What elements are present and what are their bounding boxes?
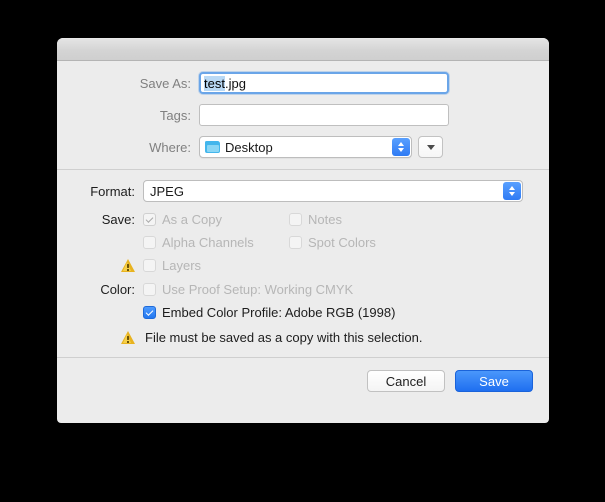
warning-triangle-icon <box>121 331 135 344</box>
save-as-selected-text: test <box>204 75 225 91</box>
dialog-titlebar <box>57 38 549 61</box>
cancel-button[interactable]: Cancel <box>367 370 445 392</box>
checkbox-box-icon <box>143 306 156 319</box>
dialog-button-bar: Cancel Save <box>57 358 549 392</box>
save-options-row-3: Layers <box>57 258 549 273</box>
checkbox-label: Layers <box>162 258 202 273</box>
checkbox-use-proof-setup[interactable]: Use Proof Setup: Working CMYK <box>143 282 353 297</box>
save-as-row: Save As: test .jpg <box>57 72 549 94</box>
checkbox-label: Embed Color Profile: Adobe RGB (1998) <box>162 305 396 320</box>
where-stepper-icon[interactable] <box>392 138 410 156</box>
checkbox-label: Spot Colors <box>308 235 376 250</box>
checkbox-spot-colors[interactable]: Spot Colors <box>289 235 376 250</box>
checkbox-label: Notes <box>308 212 342 227</box>
color-options-label: Color: <box>100 282 135 297</box>
color-options-row-2: Embed Color Profile: Adobe RGB (1998) <box>57 305 549 320</box>
where-row: Where: Desktop <box>57 136 549 158</box>
checkbox-box-icon <box>289 236 302 249</box>
warning-triangle-icon <box>121 259 135 272</box>
checkbox-box-icon <box>143 283 156 296</box>
color-options-row-1: Color: Use Proof Setup: Working CMYK <box>57 282 549 297</box>
checkbox-layers[interactable]: Layers <box>143 258 201 273</box>
where-value: Desktop <box>225 139 273 155</box>
file-info-section: Save As: test .jpg Tags: Where: Desktop <box>57 61 549 158</box>
layers-warning-cell <box>57 259 143 272</box>
save-as-label: Save As: <box>139 75 191 91</box>
checkbox-label: Alpha Channels <box>162 235 254 250</box>
checkbox-label: As a Copy <box>162 212 222 227</box>
format-row: Format: JPEG <box>57 180 549 202</box>
expand-browser-button[interactable] <box>418 136 443 158</box>
format-stepper-icon[interactable] <box>503 182 521 200</box>
checkbox-box-icon <box>143 236 156 249</box>
chevron-down-icon <box>426 144 435 150</box>
options-panel: Format: JPEG Save: As a Copy Notes Alpha… <box>57 170 549 345</box>
save-options-row-2: Alpha Channels Spot Colors <box>57 235 549 250</box>
format-popup-button[interactable]: JPEG <box>143 180 523 202</box>
format-label: Format: <box>90 183 135 199</box>
folder-icon <box>205 141 220 153</box>
tags-label: Tags: <box>159 107 191 123</box>
save-button[interactable]: Save <box>455 370 533 392</box>
checkbox-box-icon <box>143 259 156 272</box>
warning-message-text: File must be saved as a copy with this s… <box>145 330 423 345</box>
checkbox-box-icon <box>289 213 302 226</box>
checkbox-as-a-copy[interactable]: As a Copy <box>143 212 222 227</box>
tags-input[interactable] <box>199 104 449 126</box>
checkbox-label: Use Proof Setup: Working CMYK <box>162 282 354 297</box>
save-dialog: Save As: test.jpg Tags: Where: Desktop <box>57 38 549 423</box>
format-value: JPEG <box>150 183 184 199</box>
save-options-label: Save: <box>101 212 135 227</box>
save-options-row-1: Save: As a Copy Notes <box>57 212 549 227</box>
checkbox-notes[interactable]: Notes <box>289 212 342 227</box>
checkbox-alpha-channels[interactable]: Alpha Channels <box>143 235 254 250</box>
save-as-extension-text: .jpg <box>224 75 246 91</box>
checkbox-embed-color-profile[interactable]: Embed Color Profile: Adobe RGB (1998) <box>143 305 395 320</box>
tags-row: Tags: <box>57 104 549 126</box>
warning-message-row: File must be saved as a copy with this s… <box>57 330 549 345</box>
where-popup-button[interactable]: Desktop <box>199 136 412 158</box>
checkbox-box-icon <box>143 213 156 226</box>
save-as-input[interactable]: test .jpg <box>199 72 449 94</box>
where-label: Where: <box>149 139 191 155</box>
